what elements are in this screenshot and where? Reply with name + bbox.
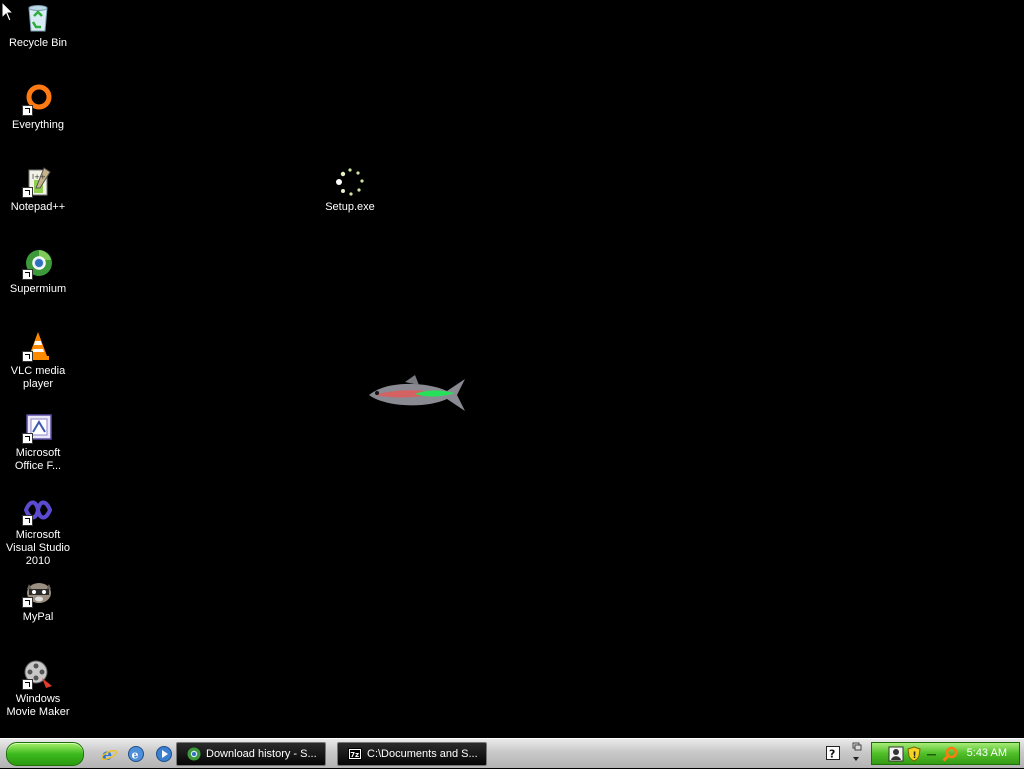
system-clock[interactable]: 5:43 AM (967, 743, 1007, 764)
shortcut-arrow-icon (22, 433, 33, 444)
svg-text:!: ! (913, 751, 917, 761)
desktop-icon-mypal[interactable]: MyPal (0, 576, 76, 624)
desktop-icon-label: Windows Movie Maker (6, 693, 70, 718)
visual-studio-icon (22, 494, 54, 526)
7zip-icon: 7z (348, 747, 362, 761)
supermium-browser-icon (22, 248, 54, 280)
shortcut-arrow-icon (22, 351, 33, 362)
security-shield-icon[interactable]: ! (906, 746, 922, 762)
desktop-icon-label: MyPal (22, 611, 54, 623)
desktop-icon-notepad-plus-plus[interactable]: I++ Notepad++ (0, 166, 76, 214)
user-icon[interactable] (888, 746, 904, 762)
internet-explorer-icon[interactable]: e (100, 745, 118, 764)
shortcut-arrow-icon (22, 597, 33, 608)
desktop-icon-label: Setup.exe (325, 201, 375, 213)
start-button[interactable] (6, 742, 84, 766)
desktop-icon-visual-studio[interactable]: Microsoft Visual Studio 2010 (0, 494, 76, 568)
svg-text:e: e (132, 749, 139, 762)
desktop-icon-recycle-bin[interactable]: Recycle Bin (0, 2, 76, 50)
desktop-icon-movie-maker[interactable]: Windows Movie Maker (0, 658, 76, 719)
system-tray: ! 5:43 AM (871, 742, 1020, 765)
ie-alt-icon[interactable]: e (127, 745, 145, 763)
taskbar-button-download-history[interactable]: Download history - S... (176, 742, 326, 766)
search-icon[interactable] (942, 746, 958, 762)
desktop-icon-everything[interactable]: Everything (0, 84, 76, 132)
desktop-icon-label: Microsoft Office F... (14, 447, 62, 472)
loading-spinner-icon (334, 166, 366, 198)
supermium-browser-icon (187, 747, 201, 761)
everything-search-icon (22, 84, 54, 116)
svg-text:I++: I++ (32, 173, 46, 181)
vlc-cone-icon (22, 330, 54, 362)
movie-maker-icon (22, 658, 54, 690)
desktop-icon-supermium[interactable]: Supermium (0, 248, 76, 296)
taskbar-button-documents-folder[interactable]: 7z C:\Documents and S... (337, 742, 487, 766)
taskbar: e e Download history - S... 7z C:\Docume… (0, 738, 1024, 768)
recycle-bin-icon (22, 2, 54, 34)
desktop-icon-label: VLC media player (10, 365, 66, 390)
desktop[interactable]: Recycle Bin Everything I++ Notepad++ Sup… (0, 0, 1024, 738)
desktop-icon-label: Notepad++ (10, 201, 66, 213)
wallpaper-fish-image (365, 373, 469, 420)
desktop-icon-label: Supermium (9, 283, 67, 295)
desktop-icon-label: Recycle Bin (8, 37, 68, 49)
shortcut-arrow-icon (22, 515, 33, 526)
taskbar-button-label: Download history - S... (206, 748, 317, 760)
taskbar-button-label: C:\Documents and S... (367, 748, 478, 760)
desktop-icon-office-frontpage[interactable]: Microsoft Office F... (0, 412, 76, 473)
quick-launch-bar: e e (100, 745, 178, 764)
shortcut-arrow-icon (22, 269, 33, 280)
svg-text:7z: 7z (350, 751, 359, 759)
mypal-raccoon-icon (22, 576, 54, 608)
desktop-icon-vlc[interactable]: VLC media player (0, 330, 76, 391)
desktop-icon-setup-exe[interactable]: Setup.exe (312, 166, 388, 214)
help-icon[interactable]: ? (826, 746, 840, 761)
desktop-icon-label: Everything (12, 119, 64, 131)
notepad-plus-plus-icon: I++ (22, 166, 54, 198)
shortcut-arrow-icon (22, 187, 33, 198)
media-player-icon[interactable] (155, 745, 173, 763)
office-frontpage-icon (22, 412, 54, 444)
desktop-icon-label: Microsoft Visual Studio 2010 (5, 529, 70, 567)
shortcut-arrow-icon (22, 679, 33, 690)
network-connections-icon[interactable] (849, 742, 863, 764)
shortcut-arrow-icon (22, 105, 33, 116)
dash-icon[interactable] (924, 746, 940, 762)
svg-text:?: ? (829, 748, 835, 761)
